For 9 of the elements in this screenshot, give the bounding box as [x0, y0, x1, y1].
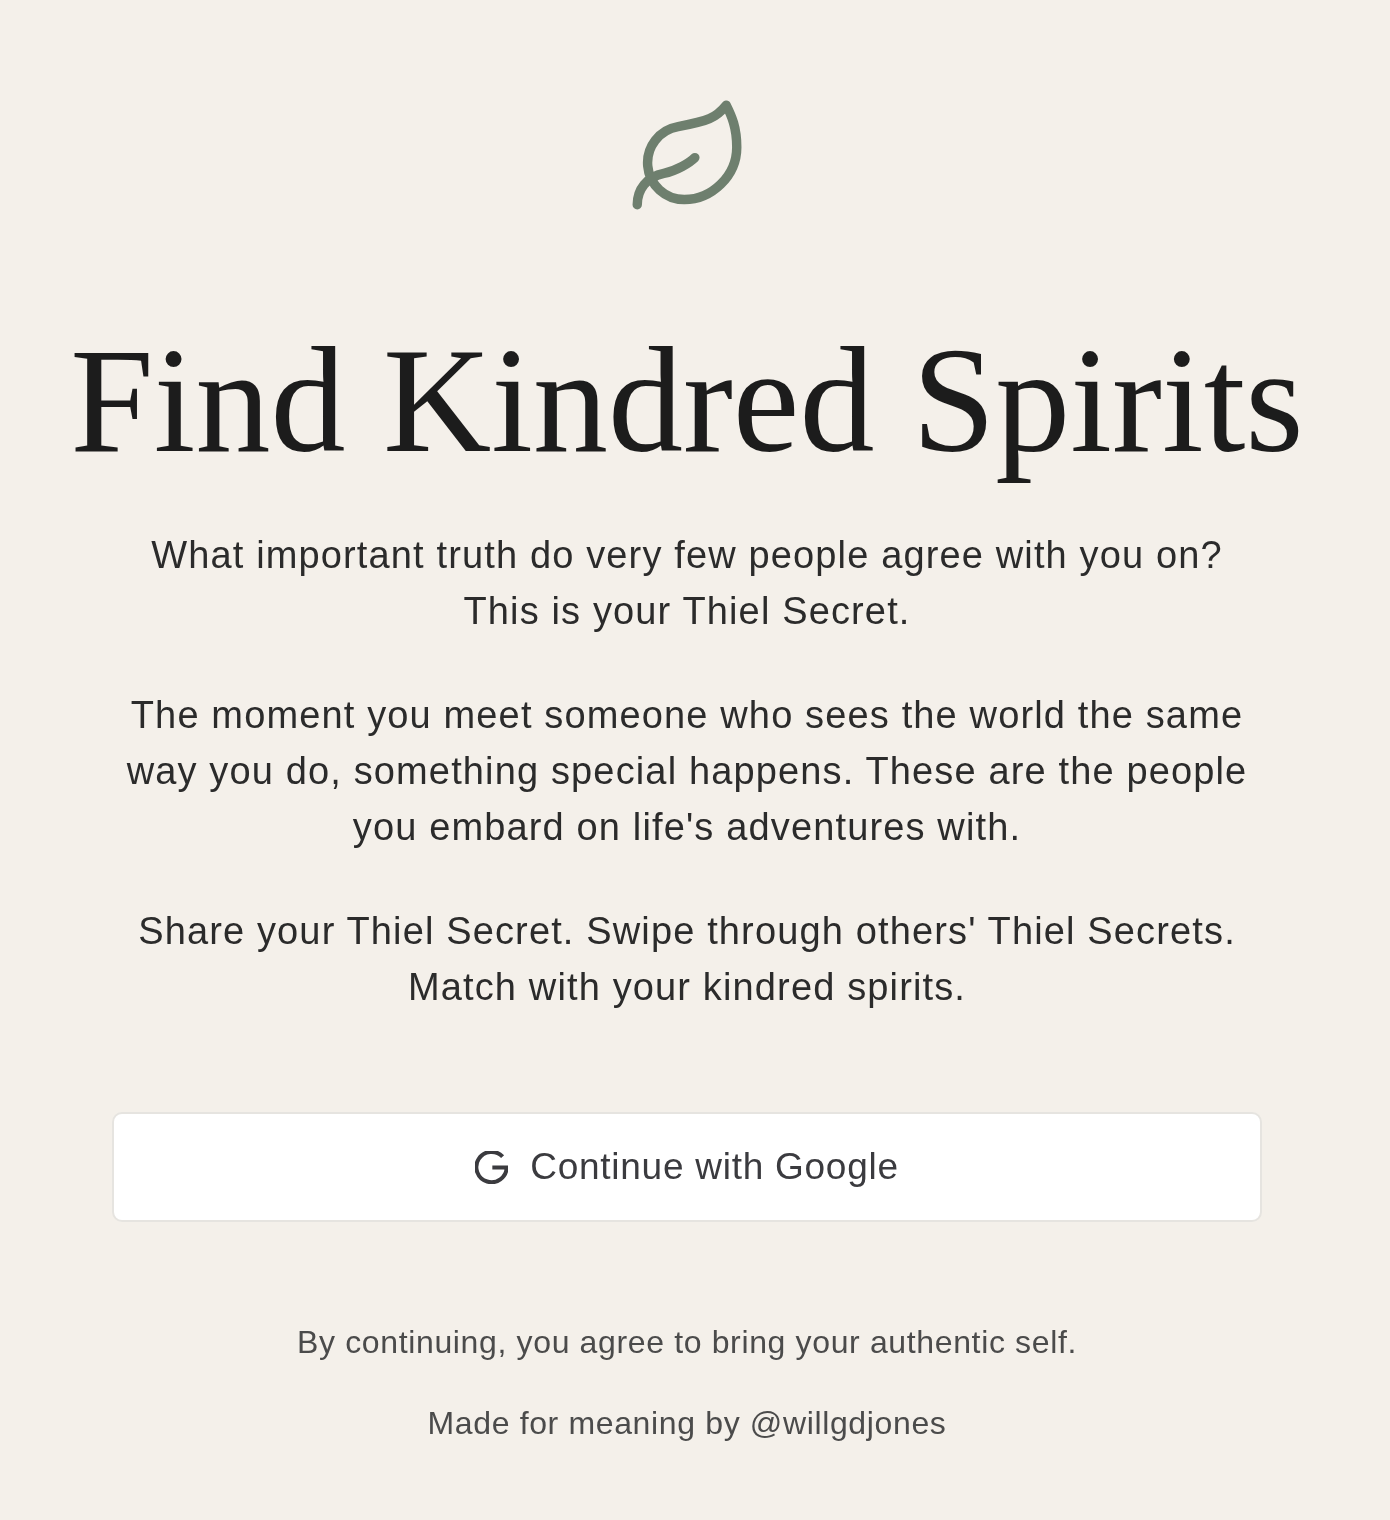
google-g-icon	[475, 1150, 509, 1184]
intro-paragraph: The moment you meet someone who sees the world the same way you do, something special happens. These are the people you embard on life's adventures with.	[126, 693, 1248, 850]
leaf-icon	[632, 100, 742, 210]
headline: Find Kindred Spirits	[70, 316, 1304, 485]
credit-text: Made for meaning by @willgdjones	[427, 1404, 947, 1443]
continue-with-google-button[interactable]: Continue with Google	[112, 1112, 1262, 1222]
intro-paragraph: What important truth do very few people agree with you on? This is your Thiel Secret.	[151, 533, 1223, 634]
intro-paragraph: Share your Thiel Secret. Swipe through others' Thiel Secrets. Match with your kindred spirits.	[138, 909, 1236, 1010]
agreement-text: By continuing, you agree to bring your authentic self.	[297, 1323, 1077, 1362]
